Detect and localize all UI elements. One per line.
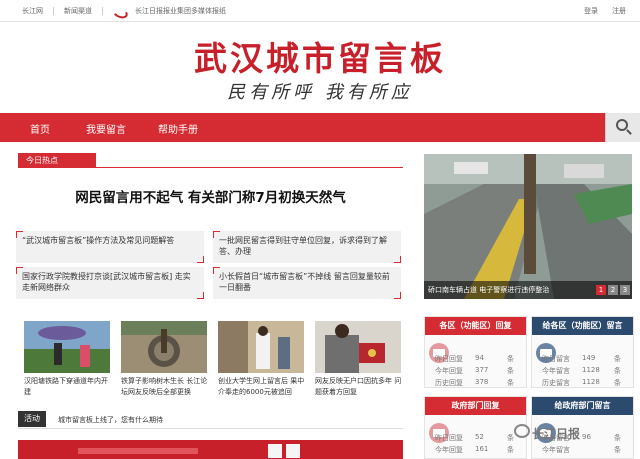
photo-caption[interactable]: 创业大学生网上留言后 果中介奉走的6000元被追回 <box>218 376 306 398</box>
channel-link[interactable]: 新闻渠道 <box>64 6 92 16</box>
stat-row: 昨日回复 52 条 <box>435 433 514 442</box>
nav-home[interactable]: 首页 <box>30 121 50 136</box>
nav-post-message[interactable]: 我要留言 <box>86 121 126 136</box>
panel-title: 各区（功能区）回复 <box>425 317 526 335</box>
group-link[interactable]: 长江日报报业集团多媒体报纸 <box>135 6 226 16</box>
stat-row: 今年回复 161 条 <box>435 445 514 454</box>
stat-row: 昨日回复 94 条 <box>435 354 514 363</box>
news-photo[interactable] <box>218 321 304 373</box>
photo-caption[interactable]: 网友反映无户口因抗多年 问题获着方回复 <box>315 376 403 398</box>
news-photo[interactable] <box>24 321 110 373</box>
feature-carousel[interactable]: 硚口南车辆占道 电子警察进行违停整治 1 2 3 <box>424 154 632 299</box>
top-utility-bar: 长江网 新闻渠道 长江日报报业集团多媒体报纸 登录 注册 <box>0 0 640 22</box>
search-button[interactable] <box>605 113 640 142</box>
carousel-page-1[interactable]: 1 <box>596 285 606 295</box>
news-item[interactable]: 小长假首日“城市留言板”不掉线 留言回复量较前一日翻番 <box>213 267 401 299</box>
hot-headline[interactable]: 网民留言用不起气 有关部门称7月初换天然气 <box>18 186 403 206</box>
news-photo[interactable] <box>315 321 401 373</box>
panel-title: 政府部门回复 <box>425 397 526 415</box>
stat-row: 历史留言 1128 条 <box>542 378 621 387</box>
stat-row: 今年回复 377 条 <box>435 366 514 375</box>
watermark: 长江日报 <box>532 427 581 441</box>
site-slogan: 民有所呼 我有所应 <box>227 82 413 103</box>
wechat-icon <box>514 424 530 438</box>
main-nav: 首页 我要留言 帮助手册 <box>0 113 605 142</box>
group-logo-icon <box>113 7 125 15</box>
news-item[interactable]: 一批网民留言得到驻守单位回复，诉求得到了解答、办理 <box>213 231 401 263</box>
divider <box>18 167 403 168</box>
news-photo[interactable] <box>121 321 207 373</box>
activity-banner[interactable] <box>18 440 403 459</box>
activity-text[interactable]: 城市留言板上线了，您有什么期待 <box>58 415 163 425</box>
stat-row: 今年留言条 <box>542 446 621 454</box>
site-title: 武汉城市留言板 <box>194 39 446 78</box>
divider <box>102 7 103 15</box>
stat-row: 今年留言 1128 条 <box>542 366 621 375</box>
news-item[interactable]: “武汉城市留言板”操作方法及常见问题解答 <box>16 231 204 263</box>
photo-caption[interactable]: 铁算子影响树木生长 长江论坛网友反映后全部更换 <box>121 376 209 398</box>
panel-title: 给各区（功能区）留言 <box>532 317 633 335</box>
panel-title: 给政府部门留言 <box>532 397 633 415</box>
carousel-page-3[interactable]: 3 <box>620 285 630 295</box>
divider <box>18 428 403 429</box>
photo-caption[interactable]: 汉阳塘铁路下穿通道年内开建 <box>24 376 112 398</box>
news-item[interactable]: 国家行政学院教授打京谈[武汉城市留言板] 走实走新网络群众 <box>16 267 204 299</box>
login-link[interactable]: 登录 <box>584 6 598 16</box>
stat-row: 历史回复 378 条 <box>435 378 514 387</box>
site-link[interactable]: 长江网 <box>22 6 43 16</box>
government-reply-panel[interactable]: 政府部门回复 昨日回复 52 条 今年回复 161 条 <box>424 396 527 459</box>
masthead: 武汉城市留言板 民有所呼 我有所应 <box>0 22 640 112</box>
page: 长江网 新闻渠道 长江日报报业集团多媒体报纸 登录 注册 武汉城市留言板 民有所… <box>0 0 640 459</box>
register-link[interactable]: 注册 <box>612 6 626 16</box>
divider <box>53 7 54 15</box>
activity-tag: 活动 <box>18 411 46 427</box>
stat-row: 昨日留言 149 条 <box>542 354 621 363</box>
hot-topic-tag: 今日热点 <box>18 153 96 168</box>
district-message-panel[interactable]: 给各区（功能区）留言 昨日留言 149 条 今年留言 1128 条 历史留言 1128 条 <box>531 316 634 388</box>
district-reply-panel[interactable]: 各区（功能区）回复 昨日回复 94 条 今年回复 377 条 历史回复 378 条 <box>424 316 527 388</box>
nav-help[interactable]: 帮助手册 <box>158 121 198 136</box>
carousel-page-2[interactable]: 2 <box>608 285 618 295</box>
